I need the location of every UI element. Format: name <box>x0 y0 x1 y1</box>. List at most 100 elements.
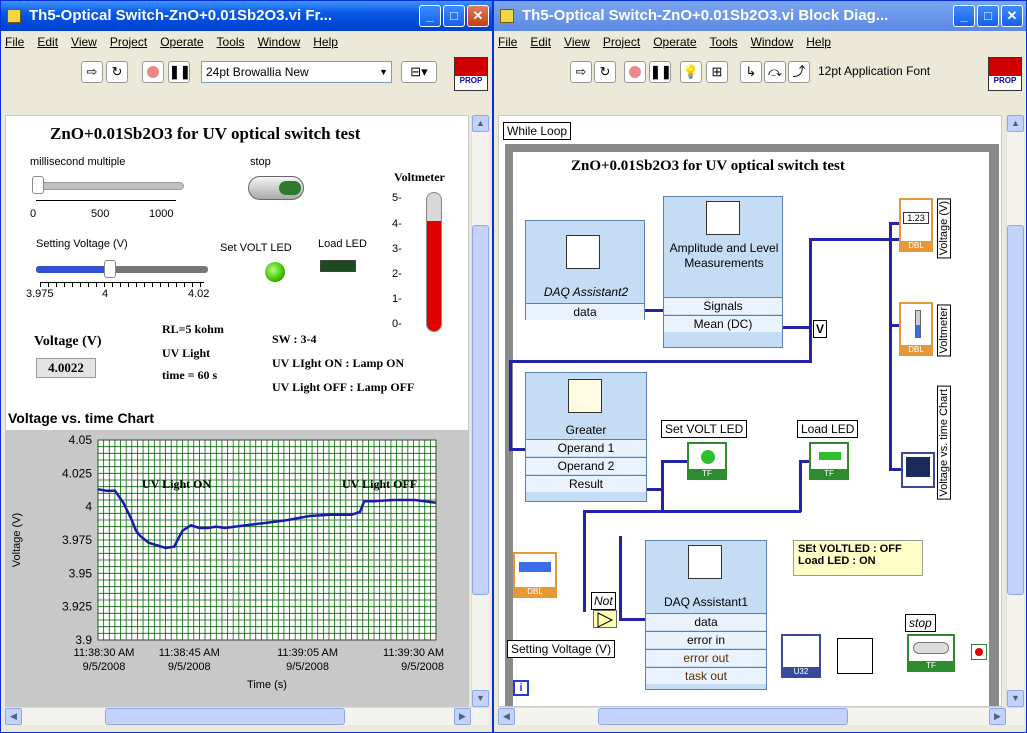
menu-edit[interactable]: Edit <box>530 35 551 49</box>
block-diagram-vscroll[interactable]: ▲ ▼ <box>1006 115 1024 707</box>
menu-operate[interactable]: Operate <box>160 35 203 49</box>
menu-file[interactable]: File <box>498 35 517 49</box>
loop-condition-icon[interactable] <box>971 644 987 660</box>
menu-help[interactable]: Help <box>313 35 338 49</box>
chart-title: Voltage vs. time Chart <box>8 410 155 426</box>
highlight-execution-icon[interactable]: 💡 <box>680 61 702 83</box>
daq-assistant2-node[interactable]: DAQ Assistant2 data <box>525 220 645 320</box>
block-diagram-vscroll-thumb[interactable] <box>1007 225 1024 595</box>
setting-voltage-slider-thumb[interactable] <box>104 260 116 278</box>
menu-tools[interactable]: Tools <box>710 35 738 49</box>
daq1-task-out-terminal[interactable]: task out <box>646 667 766 684</box>
retain-wire-values-icon[interactable]: ⊞ <box>706 61 728 83</box>
daq1-error-out-terminal[interactable]: error out <box>646 649 766 666</box>
pause-icon[interactable]: ❚❚ <box>649 61 672 83</box>
font-selector[interactable]: 24pt Browallia New ▼ <box>201 61 392 83</box>
load-led[interactable] <box>320 260 356 272</box>
menu-tools[interactable]: Tools <box>217 35 245 49</box>
not-function[interactable] <box>593 610 617 628</box>
run-continuously-icon[interactable]: ↻ <box>594 61 616 83</box>
wire-load-up <box>799 460 802 512</box>
menu-window[interactable]: Window <box>751 35 794 49</box>
scroll-right-arrow-icon[interactable]: ▶ <box>989 708 1006 725</box>
abort-icon[interactable] <box>624 61 646 83</box>
y-tick-label: 3.975 <box>62 533 92 547</box>
scroll-up-arrow-icon[interactable]: ▲ <box>472 115 489 132</box>
wire-into-chart <box>889 468 901 471</box>
y-tick-label: 3.9 <box>75 633 92 647</box>
front-panel-hscroll-thumb[interactable] <box>105 708 345 725</box>
pause-icon[interactable]: ❚❚ <box>168 61 191 83</box>
step-into-icon[interactable]: ↳ <box>740 61 762 83</box>
menu-view[interactable]: View <box>71 35 97 49</box>
front-panel-titlebar[interactable]: Th5-Optical Switch-ZnO+0.01Sb2O3.vi Fr..… <box>1 1 492 31</box>
step-out-icon[interactable]: ⤴ <box>788 61 810 83</box>
menu-project[interactable]: Project <box>603 35 640 49</box>
set-volt-led-terminal[interactable]: TF <box>687 442 727 480</box>
menu-window[interactable]: Window <box>258 35 301 49</box>
daq1-data-terminal[interactable]: data <box>646 613 766 630</box>
scroll-down-arrow-icon[interactable]: ▼ <box>472 690 489 707</box>
operand1-terminal[interactable]: Operand 1 <box>526 439 646 456</box>
scroll-down-arrow-icon[interactable]: ▼ <box>1007 690 1024 707</box>
operand2-terminal[interactable]: Operand 2 <box>526 457 646 474</box>
step-over-icon[interactable]: ⤼ <box>764 61 786 83</box>
scroll-up-arrow-icon[interactable]: ▲ <box>1007 115 1024 132</box>
thermometer-icon <box>915 310 921 338</box>
run-arrow-icon[interactable]: ⇨ <box>570 61 592 83</box>
voltage-indicator-terminal[interactable]: 1.23 DBL <box>899 198 933 252</box>
ms-multiple-slider-track[interactable] <box>34 182 184 190</box>
menu-view[interactable]: View <box>564 35 590 49</box>
maximize-button[interactable]: □ <box>443 5 465 27</box>
align-objects-icon[interactable]: ⊟▾ <box>401 61 437 83</box>
front-panel-hscroll[interactable]: ◀ ▶ <box>5 707 489 725</box>
wait-ms-terminal[interactable]: U32 <box>781 634 821 678</box>
voltage-indicator: 4.0022 <box>36 358 96 378</box>
scroll-right-arrow-icon[interactable]: ▶ <box>454 708 471 725</box>
ms-multiple-slider-thumb[interactable] <box>32 176 44 194</box>
font-selector[interactable]: 12pt Application Font <box>814 61 944 83</box>
stop-button[interactable] <box>248 176 304 200</box>
daq-assistant1-node[interactable]: DAQ Assistant1 data error in error out t… <box>645 540 767 690</box>
voltmeter-indicator-terminal[interactable]: DBL <box>899 302 933 356</box>
ms-tick-1000: 1000 <box>149 208 174 220</box>
scroll-left-arrow-icon[interactable]: ◀ <box>498 708 515 725</box>
maximize-button[interactable]: □ <box>977 5 999 27</box>
menu-project[interactable]: Project <box>110 35 147 49</box>
setting-tick-3975: 3.975 <box>26 288 54 300</box>
stop-terminal[interactable]: TF <box>907 634 955 672</box>
close-button[interactable]: ✕ <box>467 5 489 27</box>
menu-edit[interactable]: Edit <box>37 35 58 49</box>
close-button[interactable]: ✕ <box>1001 5 1023 27</box>
menu-operate[interactable]: Operate <box>653 35 696 49</box>
menu-file[interactable]: File <box>5 35 24 49</box>
amp-title: Amplitude and Level Measurements <box>669 241 779 270</box>
block-diagram-canvas: While Loop ZnO+0.01Sb2O3 for UV optical … <box>498 115 1002 707</box>
block-diagram-titlebar[interactable]: Th5-Optical Switch-ZnO+0.01Sb2O3.vi Bloc… <box>494 1 1026 31</box>
metronome-icon[interactable] <box>837 638 873 674</box>
greater-node[interactable]: Greater Operand 1 Operand 2 Result <box>525 372 647 502</box>
daq2-data-terminal[interactable]: data <box>526 303 644 320</box>
amp-mean-terminal[interactable]: Mean (DC) <box>664 315 782 332</box>
menu-help[interactable]: Help <box>806 35 831 49</box>
minimize-button[interactable]: _ <box>419 5 441 27</box>
amplitude-level-node[interactable]: Amplitude and Level Measurements Signals… <box>663 196 783 348</box>
daq1-error-in-terminal[interactable]: error in <box>646 631 766 648</box>
minimize-button[interactable]: _ <box>953 5 975 27</box>
run-arrow-icon[interactable]: ⇨ <box>81 61 103 83</box>
result-terminal[interactable]: Result <box>526 475 646 492</box>
run-continuously-icon[interactable]: ↻ <box>106 61 128 83</box>
abort-icon[interactable] <box>142 61 164 83</box>
front-panel-window: Th5-Optical Switch-ZnO+0.01Sb2O3.vi Fr..… <box>0 0 493 733</box>
scroll-left-arrow-icon[interactable]: ◀ <box>5 708 22 725</box>
block-diagram-hscroll[interactable]: ◀ ▶ <box>498 707 1024 725</box>
front-panel-vscroll[interactable]: ▲ ▼ <box>471 115 489 707</box>
amp-signals-terminal[interactable]: Signals <box>664 297 782 314</box>
chart-indicator-terminal[interactable] <box>901 452 935 488</box>
front-panel-vscroll-thumb[interactable] <box>472 225 489 595</box>
block-diagram-hscroll-thumb[interactable] <box>598 708 848 725</box>
set-volt-led[interactable] <box>265 262 285 282</box>
setting-voltage-slider-fill <box>36 266 108 273</box>
setting-voltage-terminal[interactable]: DBL <box>513 552 557 598</box>
load-led-terminal[interactable]: TF <box>809 442 849 480</box>
